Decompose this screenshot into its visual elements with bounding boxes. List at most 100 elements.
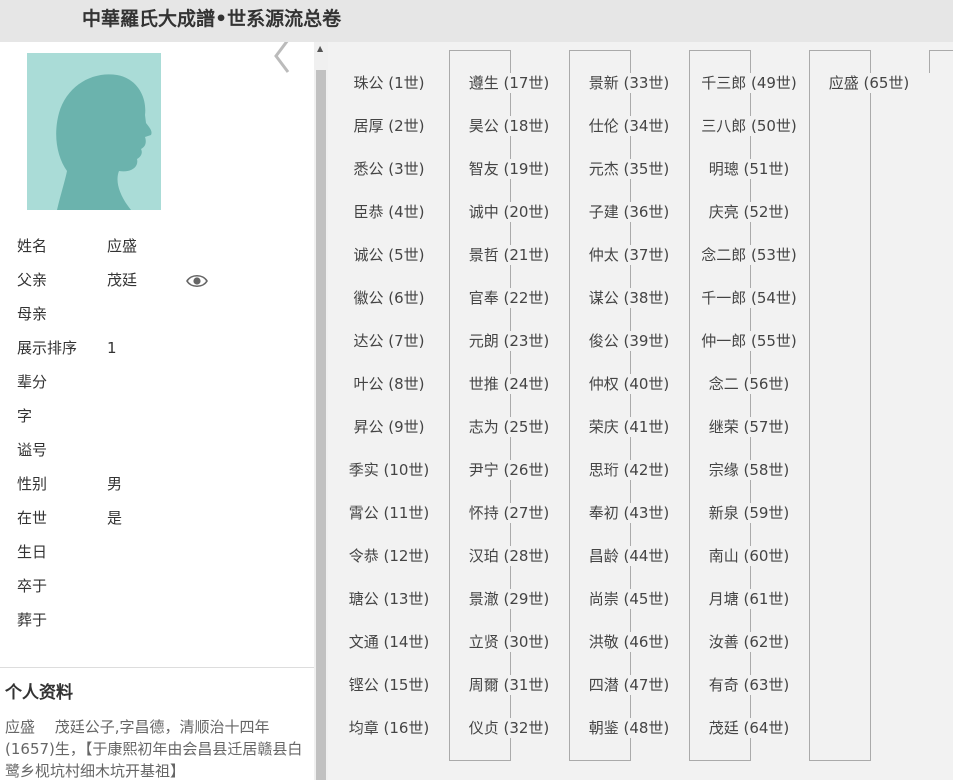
tree-node[interactable]: 荣庆 (41世) bbox=[587, 417, 671, 437]
tree-node[interactable]: 季实 (10世) bbox=[347, 460, 431, 480]
tree-node[interactable]: 仕伦 (34世) bbox=[587, 116, 671, 136]
profile-panel: 姓名 应盛 父亲 茂廷 母亲 展示排序 1 辈分字谥号 性别 男在世 是生日 卒于 葬于 个人资料 应盛… bbox=[0, 42, 314, 780]
tree-node[interactable]: 继荣 (57世) bbox=[707, 417, 791, 437]
tree-node[interactable]: 悉公 (3世) bbox=[352, 159, 426, 179]
tree-node[interactable]: 汝善 (62世) bbox=[707, 632, 791, 652]
tree-node[interactable]: 景新 (33世) bbox=[587, 73, 671, 93]
tree-node[interactable]: 念二 (56世) bbox=[707, 374, 791, 394]
tree-node[interactable]: 元杰 (35世) bbox=[587, 159, 671, 179]
tree-node[interactable]: 昇公 (9世) bbox=[352, 417, 426, 437]
tree-node[interactable]: 念二郎 (53世) bbox=[700, 245, 798, 265]
tree-node[interactable]: 景澈 (29世) bbox=[467, 589, 551, 609]
left-panel-scrollbar[interactable]: ▲ bbox=[314, 42, 328, 780]
tree-node[interactable]: 三八郎 (50世) bbox=[700, 116, 798, 136]
profile-field-value: 1 bbox=[107, 339, 117, 357]
tree-node[interactable]: 铿公 (15世) bbox=[347, 675, 431, 695]
chevron-left-icon bbox=[274, 42, 290, 73]
tree-node[interactable]: 汉珀 (28世) bbox=[467, 546, 551, 566]
tree-node[interactable]: 洪敬 (46世) bbox=[587, 632, 671, 652]
generation-column bbox=[569, 50, 631, 761]
genealogy-tree: 珠公 (1世) 居厚 (2世) 悉公 (3世) 臣恭 (4世) 诚公 (5世) 徽公 (6… bbox=[328, 42, 953, 780]
tree-node[interactable]: 昊公 (18世) bbox=[467, 116, 551, 136]
tree-node[interactable]: 臣恭 (4世) bbox=[352, 202, 426, 222]
tree-node[interactable]: 智友 (19世) bbox=[467, 159, 551, 179]
profile-field-label: 辈分 bbox=[17, 373, 48, 391]
tree-node[interactable]: 明璁 (51世) bbox=[707, 159, 791, 179]
section-divider bbox=[0, 667, 314, 668]
profile-field-label: 姓名 bbox=[17, 237, 48, 255]
tree-node[interactable]: 应盛 (65世) bbox=[827, 73, 911, 93]
profile-field-label: 字 bbox=[17, 407, 33, 425]
profile-field-label: 性别 bbox=[17, 475, 48, 493]
tree-node[interactable]: 世推 (24世) bbox=[467, 374, 551, 394]
bio-text: 应盛 茂廷公子,字昌德，清顺治十四年(1657)生，【于康熙初年由会昌县迁居赣县… bbox=[5, 718, 303, 780]
tree-node[interactable]: 徽公 (6世) bbox=[352, 288, 426, 308]
tree-node[interactable]: 仲太 (37世) bbox=[587, 245, 671, 265]
tree-node[interactable]: 千三郎 (49世) bbox=[700, 73, 798, 93]
tree-node[interactable]: 达公 (7世) bbox=[352, 331, 426, 351]
tree-node[interactable]: 仪贞 (32世) bbox=[467, 718, 551, 738]
generation-column bbox=[449, 50, 511, 761]
tree-node[interactable]: 昌龄 (44世) bbox=[587, 546, 671, 566]
tree-node[interactable]: 有奇 (63世) bbox=[707, 675, 791, 695]
tree-node[interactable]: 志为 (25世) bbox=[467, 417, 551, 437]
tree-node[interactable]: 珠公 (1世) bbox=[352, 73, 426, 93]
collapse-panel-button[interactable] bbox=[268, 42, 298, 76]
profile-field-label: 母亲 bbox=[17, 305, 48, 323]
bio-title: 个人资料 bbox=[5, 683, 73, 703]
tree-node[interactable]: 瑭公 (13世) bbox=[347, 589, 431, 609]
avatar bbox=[27, 53, 161, 210]
tree-node[interactable]: 仲权 (40世) bbox=[587, 374, 671, 394]
person-silhouette-icon bbox=[56, 74, 152, 210]
tree-node[interactable]: 遵生 (17世) bbox=[467, 73, 551, 93]
tree-node[interactable]: 尹宁 (26世) bbox=[467, 460, 551, 480]
tree-node[interactable]: 月塘 (61世) bbox=[707, 589, 791, 609]
generation-column bbox=[929, 50, 953, 73]
tree-node[interactable]: 奉初 (43世) bbox=[587, 503, 671, 523]
tree-node[interactable]: 立贤 (30世) bbox=[467, 632, 551, 652]
scroll-up-arrow-icon[interactable]: ▲ bbox=[317, 44, 323, 53]
profile-field-label: 父亲 bbox=[17, 271, 48, 289]
profile-field-label: 生日 bbox=[17, 543, 48, 561]
tree-node[interactable]: 俊公 (39世) bbox=[587, 331, 671, 351]
tree-node[interactable]: 官奉 (22世) bbox=[467, 288, 551, 308]
profile-field-label: 葬于 bbox=[17, 611, 48, 629]
tree-node[interactable]: 新泉 (59世) bbox=[707, 503, 791, 523]
tree-node[interactable]: 诚公 (5世) bbox=[352, 245, 426, 265]
tree-node[interactable]: 尚崇 (45世) bbox=[587, 589, 671, 609]
tree-node[interactable]: 诚中 (20世) bbox=[467, 202, 551, 222]
tree-node[interactable]: 霄公 (11世) bbox=[347, 503, 431, 523]
tree-node[interactable]: 南山 (60世) bbox=[707, 546, 791, 566]
profile-field-value: 茂廷 bbox=[107, 271, 138, 289]
tree-node[interactable]: 元朗 (23世) bbox=[467, 331, 551, 351]
tree-node[interactable]: 子建 (36世) bbox=[587, 202, 671, 222]
tree-node[interactable]: 仲一郎 (55世) bbox=[700, 331, 798, 351]
tree-node[interactable]: 四潜 (47世) bbox=[587, 675, 671, 695]
tree-node[interactable]: 周爾 (31世) bbox=[467, 675, 551, 695]
tree-node[interactable]: 宗缘 (58世) bbox=[707, 460, 791, 480]
tree-node[interactable]: 居厚 (2世) bbox=[352, 116, 426, 136]
profile-field-value: 应盛 bbox=[107, 237, 138, 255]
profile-field-label: 展示排序 bbox=[17, 339, 78, 357]
app-header: 中華羅氏大成譜•世系源流总卷 bbox=[0, 0, 953, 42]
tree-node[interactable]: 叶公 (8世) bbox=[352, 374, 426, 394]
tree-node[interactable]: 文通 (14世) bbox=[347, 632, 431, 652]
tree-node[interactable]: 千一郎 (54世) bbox=[700, 288, 798, 308]
eye-icon bbox=[186, 274, 208, 288]
profile-field-label: 谥号 bbox=[17, 441, 48, 459]
profile-field-value: 是 bbox=[107, 509, 123, 527]
tree-node[interactable]: 庆亮 (52世) bbox=[707, 202, 791, 222]
tree-node[interactable]: 思珩 (42世) bbox=[587, 460, 671, 480]
tree-node[interactable]: 景哲 (21世) bbox=[467, 245, 551, 265]
tree-node[interactable]: 均章 (16世) bbox=[347, 718, 431, 738]
profile-field-label: 在世 bbox=[17, 509, 48, 527]
generation-column bbox=[689, 50, 751, 761]
tree-node[interactable]: 茂廷 (64世) bbox=[707, 718, 791, 738]
tree-node[interactable]: 谋公 (38世) bbox=[587, 288, 671, 308]
tree-node[interactable]: 朝鉴 (48世) bbox=[587, 718, 671, 738]
tree-node[interactable]: 令恭 (12世) bbox=[347, 546, 431, 566]
tree-node[interactable]: 怀持 (27世) bbox=[467, 503, 551, 523]
profile-field-label: 卒于 bbox=[17, 577, 48, 595]
scroll-thumb[interactable] bbox=[316, 70, 326, 780]
view-father-button[interactable] bbox=[186, 272, 208, 290]
